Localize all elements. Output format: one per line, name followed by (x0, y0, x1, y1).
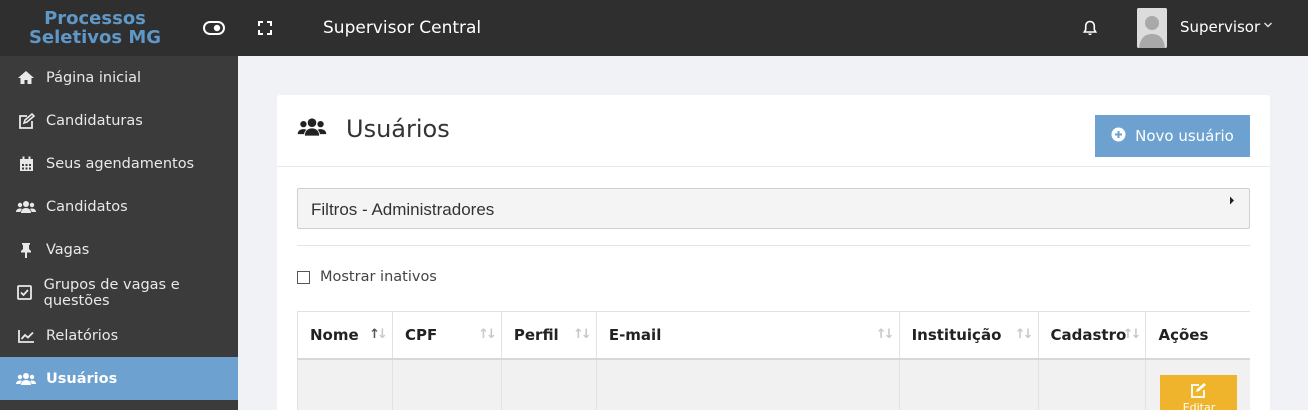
users-table: Nome ↑↓ CPF ↑↓ Perfil ↑↓ E-mail ↑↓ Instituiç… (297, 311, 1250, 410)
show-inactive-checkbox[interactable] (297, 270, 310, 284)
sidebar-item-label: Relatórios (46, 327, 119, 344)
pin-icon (0, 242, 46, 258)
sidebar-item-seus-agendamentos[interactable]: Seus agendamentos (0, 142, 238, 185)
sidebar-item-candidaturas[interactable]: Candidaturas (0, 99, 238, 142)
cell-cadastro (1038, 358, 1147, 410)
sidebar-item-pagina-inicial[interactable]: Página inicial (0, 56, 238, 99)
top-bar: Processos Seletivos MG Supervisor Centra… (0, 0, 1308, 56)
chart-line-icon (0, 329, 46, 343)
sidebar-item-grupos-de-vagas[interactable]: Grupos de vagas e questões (0, 271, 238, 314)
logo-line-2: Seletivos MG (28, 27, 162, 48)
sidebar-item-relatorios[interactable]: Relatórios (0, 314, 238, 357)
divider (297, 245, 1250, 246)
cell-email (596, 358, 900, 410)
cell-perfil (501, 358, 597, 410)
filters-panel[interactable]: Filtros - Administradores (297, 188, 1250, 229)
new-user-label: Novo usuário (1135, 127, 1234, 145)
sidebar: Página inicial Candidaturas Seus agendam… (0, 56, 238, 410)
page-title: Usuários (346, 115, 450, 143)
column-header-acoes: Ações (1145, 311, 1250, 360)
column-header-label: Instituição (911, 325, 1002, 344)
table-header-row: Nome ↑↓ CPF ↑↓ Perfil ↑↓ E-mail ↑↓ Instituiç… (297, 311, 1250, 360)
sort-icon: ↑↓ (573, 327, 592, 342)
cell-cpf (392, 358, 502, 410)
sidebar-item-usuarios[interactable]: Usuários (0, 357, 238, 400)
sort-icon: ↑↓ (875, 327, 895, 342)
home-icon (0, 70, 46, 85)
logo-line-1: Processos (44, 8, 146, 29)
sort-icon: ↑↓ (1014, 327, 1034, 342)
sort-icon: ↑↓ (478, 327, 497, 342)
caret-right-icon (1229, 196, 1235, 208)
sidebar-item-vagas[interactable]: Vagas (0, 228, 238, 271)
column-header-label: E-mail (608, 325, 662, 344)
column-header-perfil[interactable]: Perfil ↑↓ (501, 311, 597, 360)
column-header-email[interactable]: E-mail ↑↓ (596, 311, 900, 360)
edit-icon (0, 112, 46, 129)
column-header-nome[interactable]: Nome ↑↓ (297, 311, 393, 360)
cell-nome (297, 358, 393, 410)
edit-label: Editar (1182, 400, 1216, 410)
column-header-instituicao[interactable]: Instituição ↑↓ (899, 311, 1039, 360)
sidebar-item-label: Vagas (46, 241, 90, 258)
column-header-cpf[interactable]: CPF ↑↓ (392, 311, 502, 360)
sidebar-item-label: Candidatos (46, 198, 128, 215)
users-card: Usuários Novo usuário Filtros - Administ… (277, 95, 1270, 410)
sort-icon: ↑↓ (1122, 327, 1142, 342)
bell-icon[interactable] (1079, 17, 1101, 39)
header-title: Supervisor Central (323, 18, 482, 38)
sort-icon: ↑↓ (369, 327, 388, 342)
check-square-icon (0, 285, 44, 300)
new-user-button[interactable]: Novo usuário (1095, 115, 1250, 157)
users-icon (0, 200, 46, 214)
table-row: Editar (297, 358, 1250, 410)
user-menu[interactable]: Supervisor (1180, 18, 1260, 36)
column-header-label: Nome (310, 325, 359, 344)
users-icon (0, 372, 46, 386)
users-icon (297, 117, 327, 142)
filters-label: Filtros - Administradores (311, 200, 495, 219)
column-header-label: Ações (1158, 325, 1209, 344)
column-header-cadastro[interactable]: Cadastro ↑↓ (1038, 311, 1147, 360)
edit-button[interactable]: Editar (1160, 374, 1238, 410)
toggle-icon[interactable] (203, 17, 225, 39)
cell-acoes: Editar (1145, 358, 1250, 410)
column-header-label: CPF (404, 325, 438, 344)
column-header-label: Perfil (513, 325, 559, 344)
sidebar-item-label: Usuários (46, 370, 118, 387)
show-inactive-label[interactable]: Mostrar inativos (320, 269, 437, 285)
avatar[interactable] (1137, 8, 1167, 48)
calendar-icon (0, 156, 46, 172)
sidebar-item-candidatos[interactable]: Candidatos (0, 185, 238, 228)
logo[interactable]: Processos Seletivos MG (0, 0, 190, 56)
edit-icon (1160, 382, 1237, 401)
show-inactive-row: Mostrar inativos (297, 269, 437, 285)
sidebar-item-label: Grupos de vagas e questões (43, 276, 180, 309)
column-header-label: Cadastro (1050, 325, 1127, 344)
chevron-down-icon[interactable] (1263, 20, 1273, 32)
sidebar-item-label: Candidaturas (46, 112, 143, 129)
card-header: Usuários Novo usuário (277, 95, 1270, 167)
sidebar-item-label: Seus agendamentos (46, 155, 195, 172)
sidebar-item-label: Página inicial (46, 69, 142, 86)
fullscreen-icon[interactable] (254, 17, 276, 39)
plus-circle-icon (1111, 127, 1126, 146)
cell-instituicao (899, 358, 1039, 410)
